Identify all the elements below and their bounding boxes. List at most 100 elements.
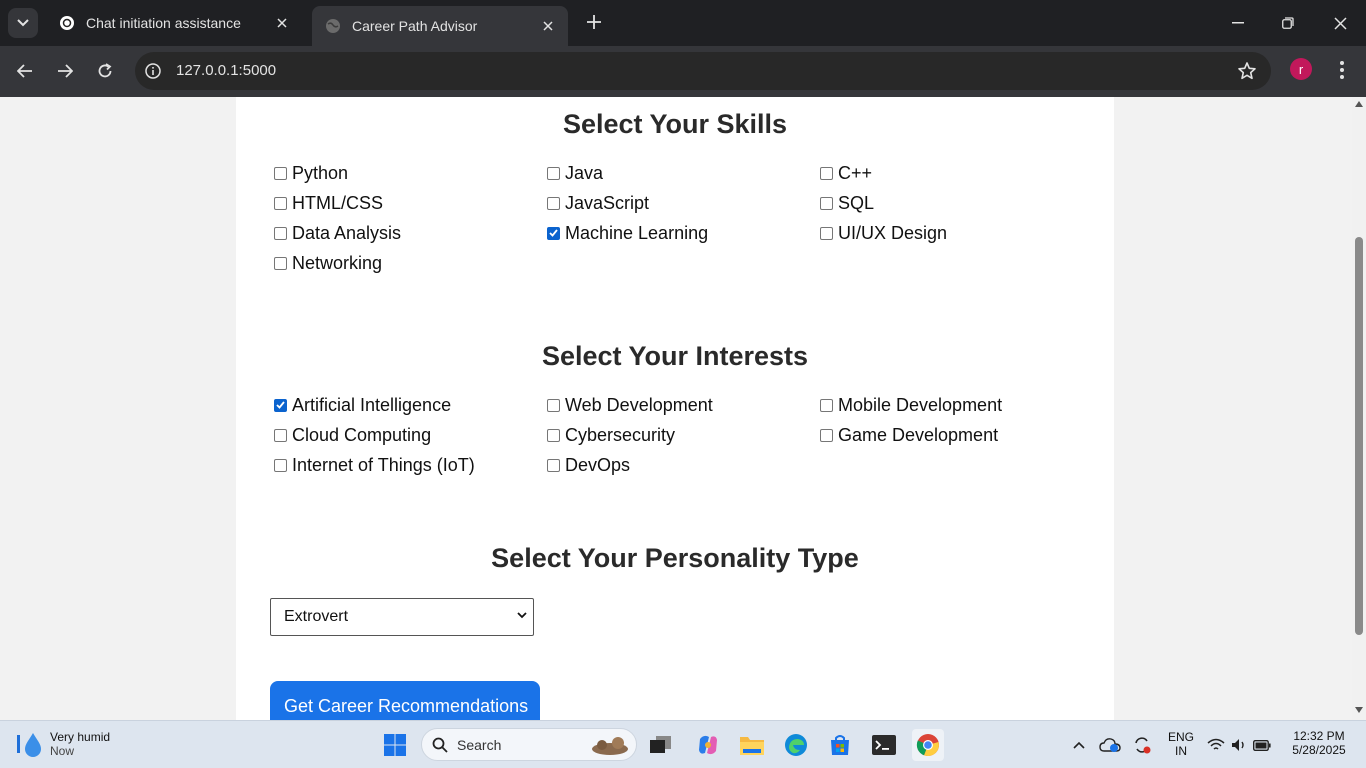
profile-avatar[interactable]: r <box>1290 58 1312 80</box>
file-explorer-button[interactable] <box>736 729 768 761</box>
skill-option[interactable]: JavaScript <box>547 192 649 214</box>
checkbox[interactable] <box>820 196 833 210</box>
reload-icon <box>98 63 112 78</box>
start-button[interactable] <box>379 729 411 761</box>
page-viewport: Select Your Skills Python Java C++ HTML/… <box>0 97 1352 720</box>
option-label: Machine Learning <box>565 222 709 243</box>
quick-settings-button[interactable] <box>1203 729 1275 761</box>
option-label: Data Analysis <box>292 222 402 243</box>
interest-option[interactable]: Internet of Things (IoT) <box>274 454 475 476</box>
personality-select[interactable]: Extrovert <box>270 598 534 636</box>
task-view-icon <box>650 736 671 753</box>
checkbox[interactable] <box>820 428 833 442</box>
microsoft-store-button[interactable] <box>824 729 856 761</box>
close-window-button[interactable] <box>1325 8 1355 38</box>
reload-button[interactable] <box>90 56 120 86</box>
checkbox[interactable] <box>547 428 560 442</box>
onedrive-button[interactable] <box>1094 729 1126 761</box>
chevron-down-icon <box>17 19 29 27</box>
interest-option[interactable]: Artificial Intelligence <box>274 394 451 416</box>
checkbox[interactable] <box>547 166 560 180</box>
checkbox[interactable] <box>274 256 287 270</box>
close-icon[interactable] <box>540 18 556 34</box>
checkbox[interactable] <box>820 398 833 412</box>
store-icon <box>831 735 849 755</box>
language-indicator[interactable]: ENG IN <box>1163 730 1199 758</box>
terminal-button[interactable] <box>868 729 900 761</box>
terminal-icon <box>872 735 896 755</box>
weather-widget[interactable]: Very humid Now <box>14 729 110 759</box>
task-view-button[interactable] <box>645 729 677 761</box>
checkbox[interactable] <box>274 428 287 442</box>
site-info-icon[interactable] <box>143 61 163 81</box>
wifi-icon <box>1207 738 1225 750</box>
skill-option[interactable]: HTML/CSS <box>274 192 383 214</box>
copilot-button[interactable] <box>692 729 724 761</box>
option-label: DevOps <box>565 454 631 475</box>
tab-title: Chat initiation assistance <box>86 15 241 31</box>
show-hidden-icons-button[interactable] <box>1063 729 1095 761</box>
copilot-icon <box>699 735 717 755</box>
new-tab-button[interactable] <box>580 8 608 36</box>
taskbar-search[interactable]: Search <box>421 728 637 761</box>
interest-option[interactable]: Game Development <box>820 424 998 446</box>
sync-icon <box>1135 737 1151 754</box>
windows-logo-icon <box>384 734 406 756</box>
browser-menu-button[interactable] <box>1332 58 1352 82</box>
checkbox[interactable] <box>274 226 287 240</box>
option-label: Cybersecurity <box>565 424 676 445</box>
tab-search-button[interactable] <box>8 8 38 38</box>
restore-icon <box>1282 17 1294 29</box>
checkbox[interactable] <box>274 166 287 180</box>
checkbox[interactable] <box>820 166 833 180</box>
checkbox[interactable] <box>547 458 560 472</box>
skill-option[interactable]: Machine Learning <box>547 222 708 244</box>
forward-button[interactable] <box>50 56 80 86</box>
scroll-down-icon[interactable] <box>1355 707 1363 713</box>
checkbox-checked[interactable] <box>274 398 287 412</box>
sync-button[interactable] <box>1126 729 1158 761</box>
skill-option[interactable]: Python <box>274 162 348 184</box>
interests-title: Select Your Interests <box>541 341 809 371</box>
checkbox[interactable] <box>547 398 560 412</box>
chrome-button[interactable] <box>912 729 944 761</box>
skill-option[interactable]: C++ <box>820 162 872 184</box>
skill-option[interactable]: Data Analysis <box>274 222 401 244</box>
clock[interactable]: 12:32 PM 5/28/2025 <box>1284 729 1354 757</box>
vertical-scrollbar[interactable] <box>1352 97 1366 720</box>
scroll-up-icon[interactable] <box>1355 101 1363 107</box>
interest-option[interactable]: Web Development <box>547 394 713 416</box>
restore-button[interactable] <box>1273 8 1303 38</box>
address-bar[interactable]: 127.0.0.1:5000 <box>135 52 1271 90</box>
checkbox[interactable] <box>820 226 833 240</box>
humidity-icon <box>17 733 41 757</box>
search-icon <box>432 737 448 753</box>
checkbox[interactable] <box>274 196 287 210</box>
bookmark-star-icon[interactable] <box>1237 61 1257 81</box>
option-label: Java <box>565 162 604 183</box>
checkbox[interactable] <box>274 458 287 472</box>
get-recommendations-button[interactable]: Get Career Recommendations <box>270 681 540 720</box>
back-button[interactable] <box>10 56 40 86</box>
more-vertical-icon <box>1340 61 1344 79</box>
checkbox[interactable] <box>547 196 560 210</box>
tab-chat[interactable]: Chat initiation assistance <box>46 6 302 40</box>
minimize-button[interactable] <box>1223 8 1253 38</box>
cloud-icon <box>1099 738 1121 752</box>
skill-option[interactable]: Java <box>547 162 603 184</box>
skill-option[interactable]: SQL <box>820 192 874 214</box>
tab-career[interactable]: Career Path Advisor <box>312 6 568 46</box>
search-label: Search <box>457 737 502 753</box>
career-form: Select Your Skills Python Java C++ HTML/… <box>236 97 1114 720</box>
scrollbar-thumb[interactable] <box>1355 237 1363 635</box>
option-label: UI/UX Design <box>838 222 948 243</box>
skill-option[interactable]: UI/UX Design <box>820 222 947 244</box>
interest-option[interactable]: Cloud Computing <box>274 424 431 446</box>
interest-option[interactable]: DevOps <box>547 454 630 476</box>
interest-option[interactable]: Cybersecurity <box>547 424 675 446</box>
checkbox-checked[interactable] <box>547 226 560 240</box>
skill-option[interactable]: Networking <box>274 252 382 274</box>
close-icon[interactable] <box>274 15 290 31</box>
interest-option[interactable]: Mobile Development <box>820 394 1002 416</box>
edge-button[interactable] <box>780 729 812 761</box>
